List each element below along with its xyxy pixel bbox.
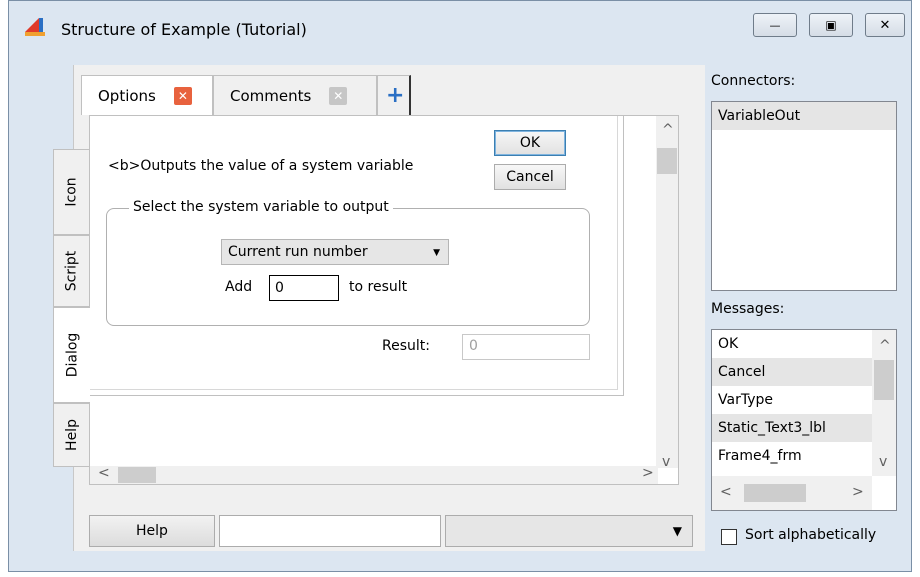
add-value-input[interactable]: 0	[269, 275, 339, 301]
title-bar: Structure of Example (Tutorial) — ▣ ✕	[9, 1, 911, 41]
messages-vertical-scrollbar[interactable]: ^ v	[872, 330, 896, 476]
tab-options-label: Options	[98, 86, 156, 105]
side-tab-icon[interactable]: Icon	[53, 149, 89, 235]
dropdown-arrow-icon: ▼	[433, 248, 440, 258]
minimize-icon: —	[769, 18, 781, 32]
list-item[interactable]: OK	[712, 330, 896, 358]
main-window: Structure of Example (Tutorial) — ▣ ✕ Op…	[8, 0, 912, 572]
side-tab-dialog[interactable]: Dialog	[53, 307, 90, 403]
list-item[interactable]: Cancel	[712, 358, 896, 386]
plus-icon: +	[386, 83, 405, 108]
result-label: Result:	[382, 338, 430, 354]
scroll-thumb[interactable]	[118, 467, 156, 483]
connectors-label: Connectors:	[711, 73, 796, 89]
variable-group: Select the system variable to output Cur…	[106, 199, 590, 326]
tab-options[interactable]: Options ✕	[81, 75, 213, 115]
side-tab-script[interactable]: Script	[53, 235, 89, 307]
sort-alphabetically-checkbox[interactable]	[721, 529, 737, 545]
tab-comments[interactable]: Comments ✕	[213, 75, 377, 115]
tab-comments-label: Comments	[230, 86, 312, 105]
property-text-field[interactable]	[219, 515, 441, 547]
scroll-left-icon[interactable]: <	[98, 465, 110, 481]
add-label: Add	[225, 279, 253, 295]
close-tab-icon[interactable]: ✕	[329, 86, 348, 105]
vertical-scrollbar[interactable]: ^ v	[656, 116, 678, 470]
scroll-up-icon[interactable]: ^	[879, 338, 891, 354]
list-item[interactable]: Static_Text3_lbl	[712, 414, 896, 442]
description-text: <b>Outputs the value of a system variabl…	[108, 158, 414, 174]
result-field: 0	[462, 334, 590, 360]
list-item[interactable]: Frame4_frm	[712, 442, 896, 470]
cancel-button[interactable]: Cancel	[494, 164, 566, 190]
sort-alphabetically-label: Sort alphabetically	[745, 527, 877, 543]
add-tab-button[interactable]: +	[377, 75, 411, 115]
scroll-thumb[interactable]	[874, 360, 894, 400]
close-icon: ✕	[879, 17, 891, 33]
list-item[interactable]: VariableOut	[712, 102, 896, 130]
side-tab-help-label: Help	[63, 419, 80, 451]
horizontal-scrollbar[interactable]: < >	[90, 465, 658, 484]
scroll-thumb[interactable]	[744, 484, 806, 502]
messages-list[interactable]: OK Cancel VarType Static_Text3_lbl Frame…	[711, 329, 897, 511]
scroll-right-icon[interactable]: >	[852, 484, 864, 500]
group-title: Select the system variable to output	[129, 199, 393, 215]
maximize-button[interactable]: ▣	[809, 13, 853, 37]
messages-horizontal-scrollbar[interactable]: < >	[712, 476, 872, 510]
to-result-label: to result	[349, 279, 408, 295]
dialog-editor: <b>Outputs the value of a system variabl…	[89, 115, 679, 485]
help-button[interactable]: Help	[89, 515, 215, 547]
close-tab-icon[interactable]: ✕	[173, 86, 192, 105]
messages-label: Messages:	[711, 301, 785, 317]
side-tab-script-label: Script	[63, 250, 80, 292]
scroll-down-icon[interactable]: v	[662, 454, 670, 470]
scroll-right-icon[interactable]: >	[642, 465, 654, 481]
minimize-button[interactable]: —	[753, 13, 797, 37]
ok-button[interactable]: OK	[494, 130, 566, 156]
dialog-preview: <b>Outputs the value of a system variabl…	[90, 116, 624, 396]
scroll-thumb[interactable]	[657, 148, 677, 174]
scroll-left-icon[interactable]: <	[720, 484, 732, 500]
dropdown-arrow-icon: ▼	[672, 524, 682, 538]
property-select[interactable]: ▼	[445, 515, 693, 547]
side-tab-icon-label: Icon	[63, 177, 80, 207]
side-tab-dialog-label: Dialog	[64, 332, 80, 378]
list-item[interactable]: VarType	[712, 386, 896, 414]
app-logo-icon	[25, 18, 45, 36]
window-title: Structure of Example (Tutorial)	[61, 20, 307, 39]
side-tab-help[interactable]: Help	[53, 403, 89, 467]
system-variable-value: Current run number	[228, 244, 368, 260]
scroll-down-icon[interactable]: v	[879, 454, 887, 470]
maximize-icon: ▣	[825, 18, 837, 32]
close-window-button[interactable]: ✕	[865, 13, 905, 37]
scroll-up-icon[interactable]: ^	[662, 122, 674, 138]
system-variable-select[interactable]: Current run number ▼	[221, 239, 449, 265]
connectors-list[interactable]: VariableOut	[711, 101, 897, 291]
